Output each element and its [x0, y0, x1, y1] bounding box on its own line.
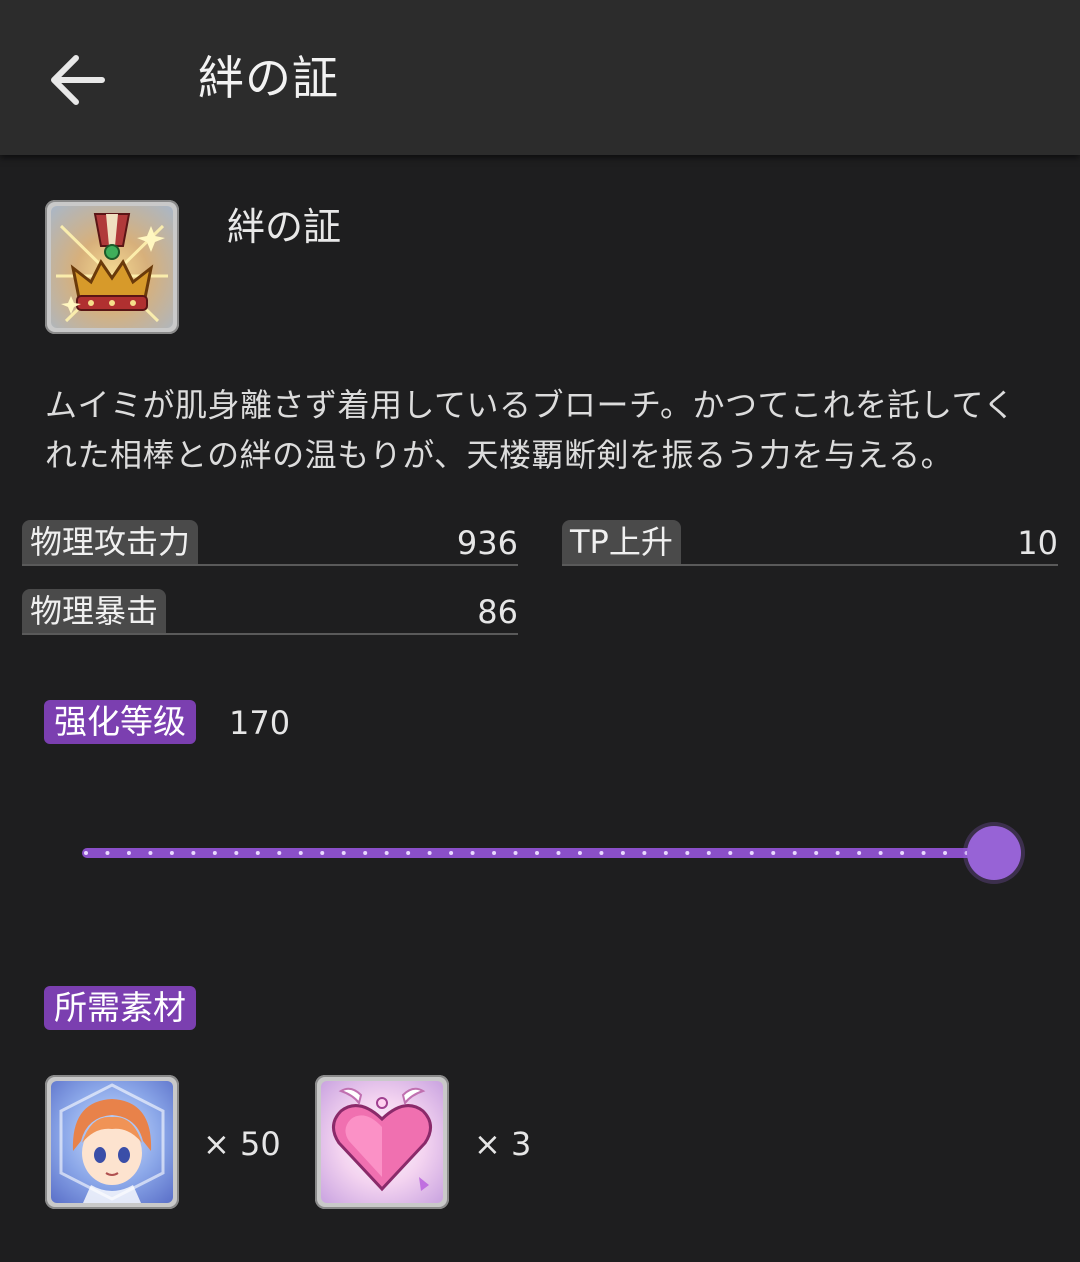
stat-label: 物理暴击 [22, 589, 167, 633]
slider-tick [663, 851, 668, 855]
item-description: ムイミが肌身離さず着用しているブローチ。かつてこれを託してく れた相棒との絆の温… [45, 380, 1045, 480]
slider-tick [943, 851, 948, 855]
back-button[interactable] [40, 42, 116, 118]
slider-tick [84, 851, 88, 855]
slider-tick [169, 851, 174, 855]
app-bar: 絆の証 [0, 0, 1080, 155]
description-line: れた相棒との絆の温もりが、天楼覇断剣を振るう力を与える。 [45, 436, 954, 474]
slider-tick [921, 851, 926, 855]
slider-tick [126, 851, 131, 855]
slider-tick [857, 851, 862, 855]
slider-tick [620, 851, 625, 855]
enhance-level-slider[interactable] [82, 820, 1022, 886]
slider-tick [427, 851, 432, 855]
slider-tick [556, 851, 561, 855]
slider-tick [535, 851, 539, 855]
material-count: × 50 [203, 1125, 281, 1163]
slider-tick [749, 851, 754, 855]
slider-tick [406, 851, 411, 855]
slider-tick [277, 851, 282, 855]
stat-label: TP上升 [562, 520, 681, 564]
slider-tick [449, 851, 454, 855]
stat-physical-critical: 物理暴击 86 [22, 589, 518, 635]
slider-tick [384, 851, 389, 855]
slider-tick [234, 851, 239, 855]
slider-tick [298, 851, 303, 855]
stat-physical-attack: 物理攻击力 936 [22, 520, 518, 566]
slider-tick [814, 851, 819, 855]
slider-thumb[interactable] [967, 826, 1021, 880]
slider-tick [599, 851, 604, 855]
description-line: ムイミが肌身離さず着用しているブローチ。かつてこれを託してく [45, 386, 1016, 424]
enhance-level-tag: 强化等级 [44, 700, 196, 744]
back-arrow-icon [51, 55, 105, 105]
stat-label: 物理攻击力 [22, 520, 199, 564]
crown-medal-icon [45, 200, 179, 334]
slider-tick [148, 851, 153, 855]
slider-tick [685, 851, 690, 855]
slider-tick [642, 851, 647, 855]
slider-tick [363, 851, 368, 855]
slider-ticks [84, 851, 990, 855]
heart-fragment-icon[interactable] [315, 1075, 449, 1209]
slider-tick [577, 851, 582, 855]
slider-tick [706, 851, 711, 855]
stat-value: 10 [1017, 524, 1058, 562]
slider-tick [513, 851, 518, 855]
slider-tick [470, 851, 475, 855]
stat-value: 86 [477, 593, 518, 631]
slider-tick [835, 851, 840, 855]
item-name: 絆の証 [227, 205, 342, 249]
page-title: 絆の証 [198, 51, 339, 105]
slider-tick [105, 851, 110, 855]
slider-tick [728, 851, 733, 855]
slider-tick [492, 851, 497, 855]
stat-tp-boost: TP上升 10 [562, 520, 1058, 566]
slider-tick [255, 851, 260, 855]
slider-tick [212, 851, 217, 855]
slider-tick [771, 851, 776, 855]
slider-tick [320, 851, 325, 855]
required-materials-tag: 所需素材 [44, 986, 196, 1030]
stat-value: 936 [456, 524, 518, 562]
slider-tick [341, 851, 346, 855]
enhance-level-value: 170 [229, 704, 291, 742]
slider-tick [900, 851, 905, 855]
slider-tick [191, 851, 196, 855]
slider-tick [878, 851, 883, 855]
slider-tick [792, 851, 797, 855]
material-count: × 3 [474, 1125, 532, 1163]
character-memory-piece-icon[interactable] [45, 1075, 179, 1209]
